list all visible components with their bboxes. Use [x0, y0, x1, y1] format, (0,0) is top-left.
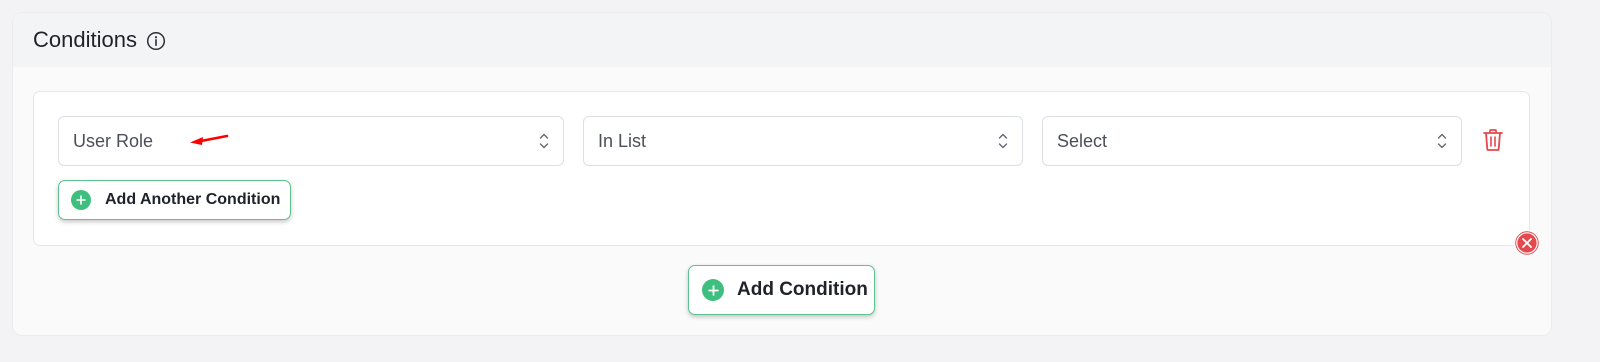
chevron-updown-icon [539, 132, 549, 150]
close-circle-icon [1513, 229, 1541, 257]
conditions-panel: Conditions User Role In List Select Add … [12, 12, 1552, 336]
plus-circle-icon [71, 190, 91, 210]
delete-condition-button[interactable] [1482, 128, 1504, 152]
plus-circle-icon [702, 279, 724, 301]
operator-select-value: In List [598, 130, 647, 151]
condition-group: User Role In List Select Add Another Con… [33, 91, 1530, 246]
add-condition-button[interactable]: Add Condition [688, 265, 875, 315]
conditions-title: Conditions [33, 27, 137, 52]
chevron-updown-icon [998, 132, 1008, 150]
add-another-condition-label: Add Another Condition [105, 191, 281, 208]
value-select[interactable]: Select [1042, 116, 1462, 166]
field-select[interactable]: User Role [58, 116, 564, 166]
add-condition-label: Add Condition [737, 279, 868, 300]
value-select-value: Select [1057, 130, 1108, 151]
field-select-value: User Role [73, 130, 154, 151]
trash-icon [1483, 129, 1503, 151]
remove-group-button[interactable] [1513, 229, 1541, 257]
info-icon[interactable] [146, 31, 166, 51]
chevron-updown-icon [1437, 132, 1447, 150]
operator-select[interactable]: In List [583, 116, 1023, 166]
add-another-condition-button[interactable]: Add Another Condition [58, 180, 291, 220]
conditions-header: Conditions [13, 13, 1551, 67]
annotation-arrow-icon [187, 131, 231, 158]
